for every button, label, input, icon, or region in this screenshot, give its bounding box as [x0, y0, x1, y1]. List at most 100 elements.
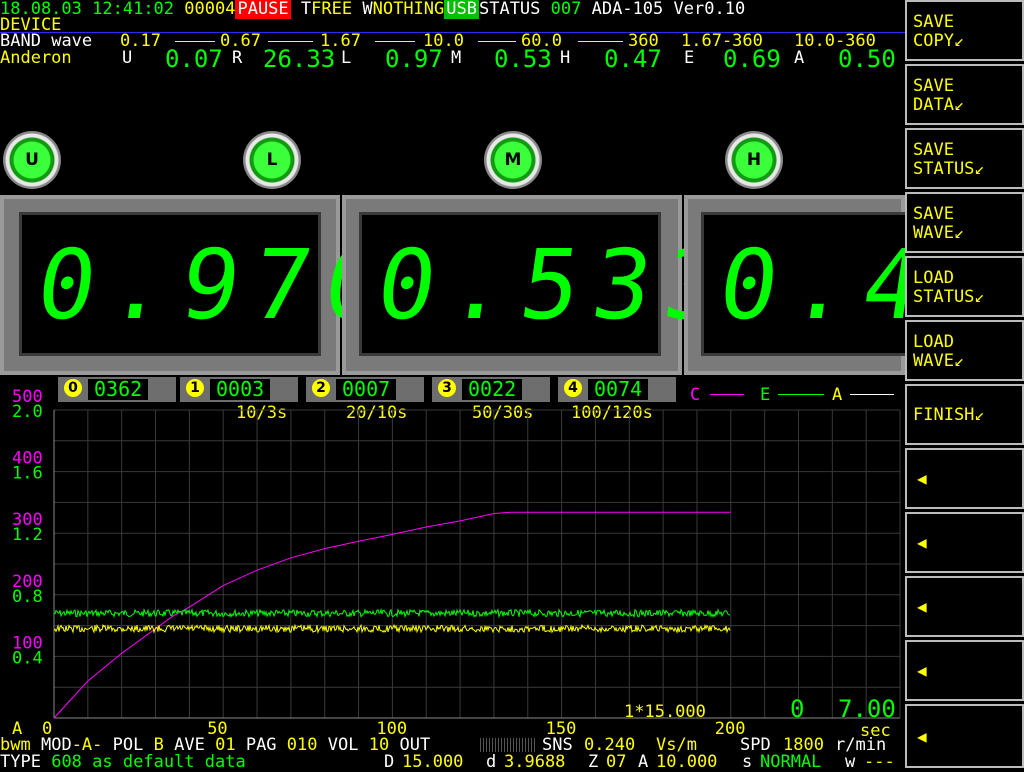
button-label: SAVE [913, 140, 954, 160]
x-tick-label: 100 [376, 719, 407, 735]
meter-m-screen: 0.533 [359, 212, 745, 356]
device-name: Anderon [0, 48, 72, 68]
bottom-text: VOL [327, 735, 359, 755]
bottom-text: 3.9688 [504, 752, 566, 772]
meter-l-screen: 0.970 [19, 212, 405, 356]
status-label: STATUS [478, 0, 541, 19]
reading-label: R [232, 48, 243, 68]
band-separator [268, 41, 313, 42]
button-label: DATA↙ [913, 95, 965, 115]
band-separator [375, 41, 415, 42]
bottom-text: w [845, 752, 856, 772]
reading-value: 0.53 [494, 45, 552, 73]
reading-value: 0.07 [165, 45, 223, 73]
x-tick-label: 0 [42, 719, 52, 735]
button-label: SAVE [913, 12, 954, 32]
lamp-l-icon: L [243, 131, 301, 189]
save-copy-button[interactable]: SAVE COPY↙ [905, 0, 1024, 61]
reading-value: 0.69 [723, 45, 781, 73]
bottom-row-2: TYPE 608 as default data D 15.000 d 3.96… [0, 752, 895, 772]
reading-value: 0.97 [385, 45, 443, 73]
bottom-text: as default data [92, 752, 246, 772]
bottom-text: 07 [606, 752, 627, 772]
band-separator [175, 41, 215, 42]
button-label: SAVE [913, 204, 954, 224]
x-tick-label: 150 [546, 719, 577, 735]
w-value: NOTHING [372, 0, 445, 19]
button-label: LOAD [913, 332, 954, 352]
left-arrow-icon: ◀ [917, 533, 927, 552]
y-tick-label: 0.8 [12, 587, 43, 607]
finish-button[interactable]: FINISH↙ [905, 384, 1024, 445]
save-status-button[interactable]: SAVE STATUS↙ [905, 128, 1024, 189]
button-label: SAVE [913, 76, 954, 96]
pause-badge[interactable]: PAUSE [235, 0, 291, 19]
reading-value: 26.33 [263, 45, 336, 73]
button-label: LOAD [913, 268, 954, 288]
y-axis-a-label: A [12, 719, 22, 735]
lamp-u-icon: U [3, 131, 61, 189]
record-number: 00004 [184, 0, 236, 19]
scale-text: 1*15.000 [624, 702, 706, 722]
reading-row: Anderon U 0.07 R 26.33 L 0.97 M 0.53 H 0… [0, 45, 905, 73]
version-text: Ver0.10 [673, 0, 746, 19]
left-arrow-icon: ◀ [917, 661, 927, 680]
meter-h-screen: 0.46 [701, 212, 905, 356]
soft-key-2-button[interactable]: ◀ [905, 512, 1024, 573]
left-arrow-icon: ◀ [917, 726, 927, 746]
out-pattern [480, 738, 536, 752]
x-tick-label: 200 [715, 719, 746, 735]
soft-key-3-button[interactable]: ◀ [905, 576, 1024, 637]
w-label: W [362, 0, 373, 19]
meter-m-frame: 0.533 [342, 195, 745, 375]
trend-chart: 1002003004005000.40.81.21.62.0A 0 50 100 15… [12, 387, 901, 735]
readout-left: 0 [790, 695, 805, 723]
time-text: 12:41:02 [92, 0, 175, 19]
band-separator [578, 41, 623, 42]
chart-grid [53, 409, 901, 719]
button-label: WAVE↙ [913, 351, 965, 371]
t-label: T [300, 0, 312, 19]
reading-label: H [560, 48, 571, 68]
reading-value: 0.47 [604, 45, 662, 73]
reading-label: M [451, 48, 462, 68]
soft-key-1-button[interactable]: ◀ [905, 448, 1024, 509]
t-value: FREE [311, 0, 353, 19]
bottom-text: 010 [286, 735, 318, 755]
load-status-button[interactable]: LOAD STATUS↙ [905, 256, 1024, 317]
meter-l-frame: 0.970 [0, 195, 405, 375]
soft-key-5-button[interactable]: ◀ [905, 704, 1024, 768]
bottom-text: D [384, 752, 395, 772]
status-bar: 18.08.03 12:41:02 00004 PAUSE TFREE WNOTH… [0, 0, 746, 19]
x-tick-label: 50 [207, 719, 227, 735]
bottom-text: 10.000 [656, 752, 718, 772]
bottom-text: NORMAL [760, 752, 822, 772]
band-separator [478, 41, 516, 42]
button-label: COPY↙ [913, 31, 965, 51]
lamp-m-icon: M [484, 131, 542, 189]
y-tick-label: 0.4 [12, 648, 43, 668]
bottom-text: A [638, 752, 649, 772]
save-wave-button[interactable]: SAVE WAVE↙ [905, 192, 1024, 253]
status-value: 007 [550, 0, 582, 19]
button-label: WAVE↙ [913, 223, 965, 243]
meter-h-frame: 0.46 [684, 195, 905, 375]
save-data-button[interactable]: SAVE DATA↙ [905, 64, 1024, 125]
reading-label: U [122, 48, 133, 68]
bottom-text: TYPE [0, 752, 41, 772]
readout-right: 7.00 [838, 695, 896, 723]
button-label: STATUS↙ [913, 287, 985, 307]
button-label: FINISH↙ [913, 405, 985, 425]
bottom-text: d [486, 752, 497, 772]
bottom-text: 15.000 [402, 752, 464, 772]
usb-badge: USB [444, 0, 479, 19]
load-wave-button[interactable]: LOAD WAVE↙ [905, 320, 1024, 381]
y-tick-label: 2.0 [12, 402, 43, 422]
meter-h-value: 0.46 [712, 229, 905, 341]
reading-label: A [794, 48, 805, 68]
soft-key-4-button[interactable]: ◀ [905, 640, 1024, 701]
reading-value: 0.50 [838, 45, 896, 73]
reading-label: E [684, 48, 695, 68]
y-tick-label: 1.6 [12, 464, 43, 484]
bottom-text: PAG [245, 735, 277, 755]
